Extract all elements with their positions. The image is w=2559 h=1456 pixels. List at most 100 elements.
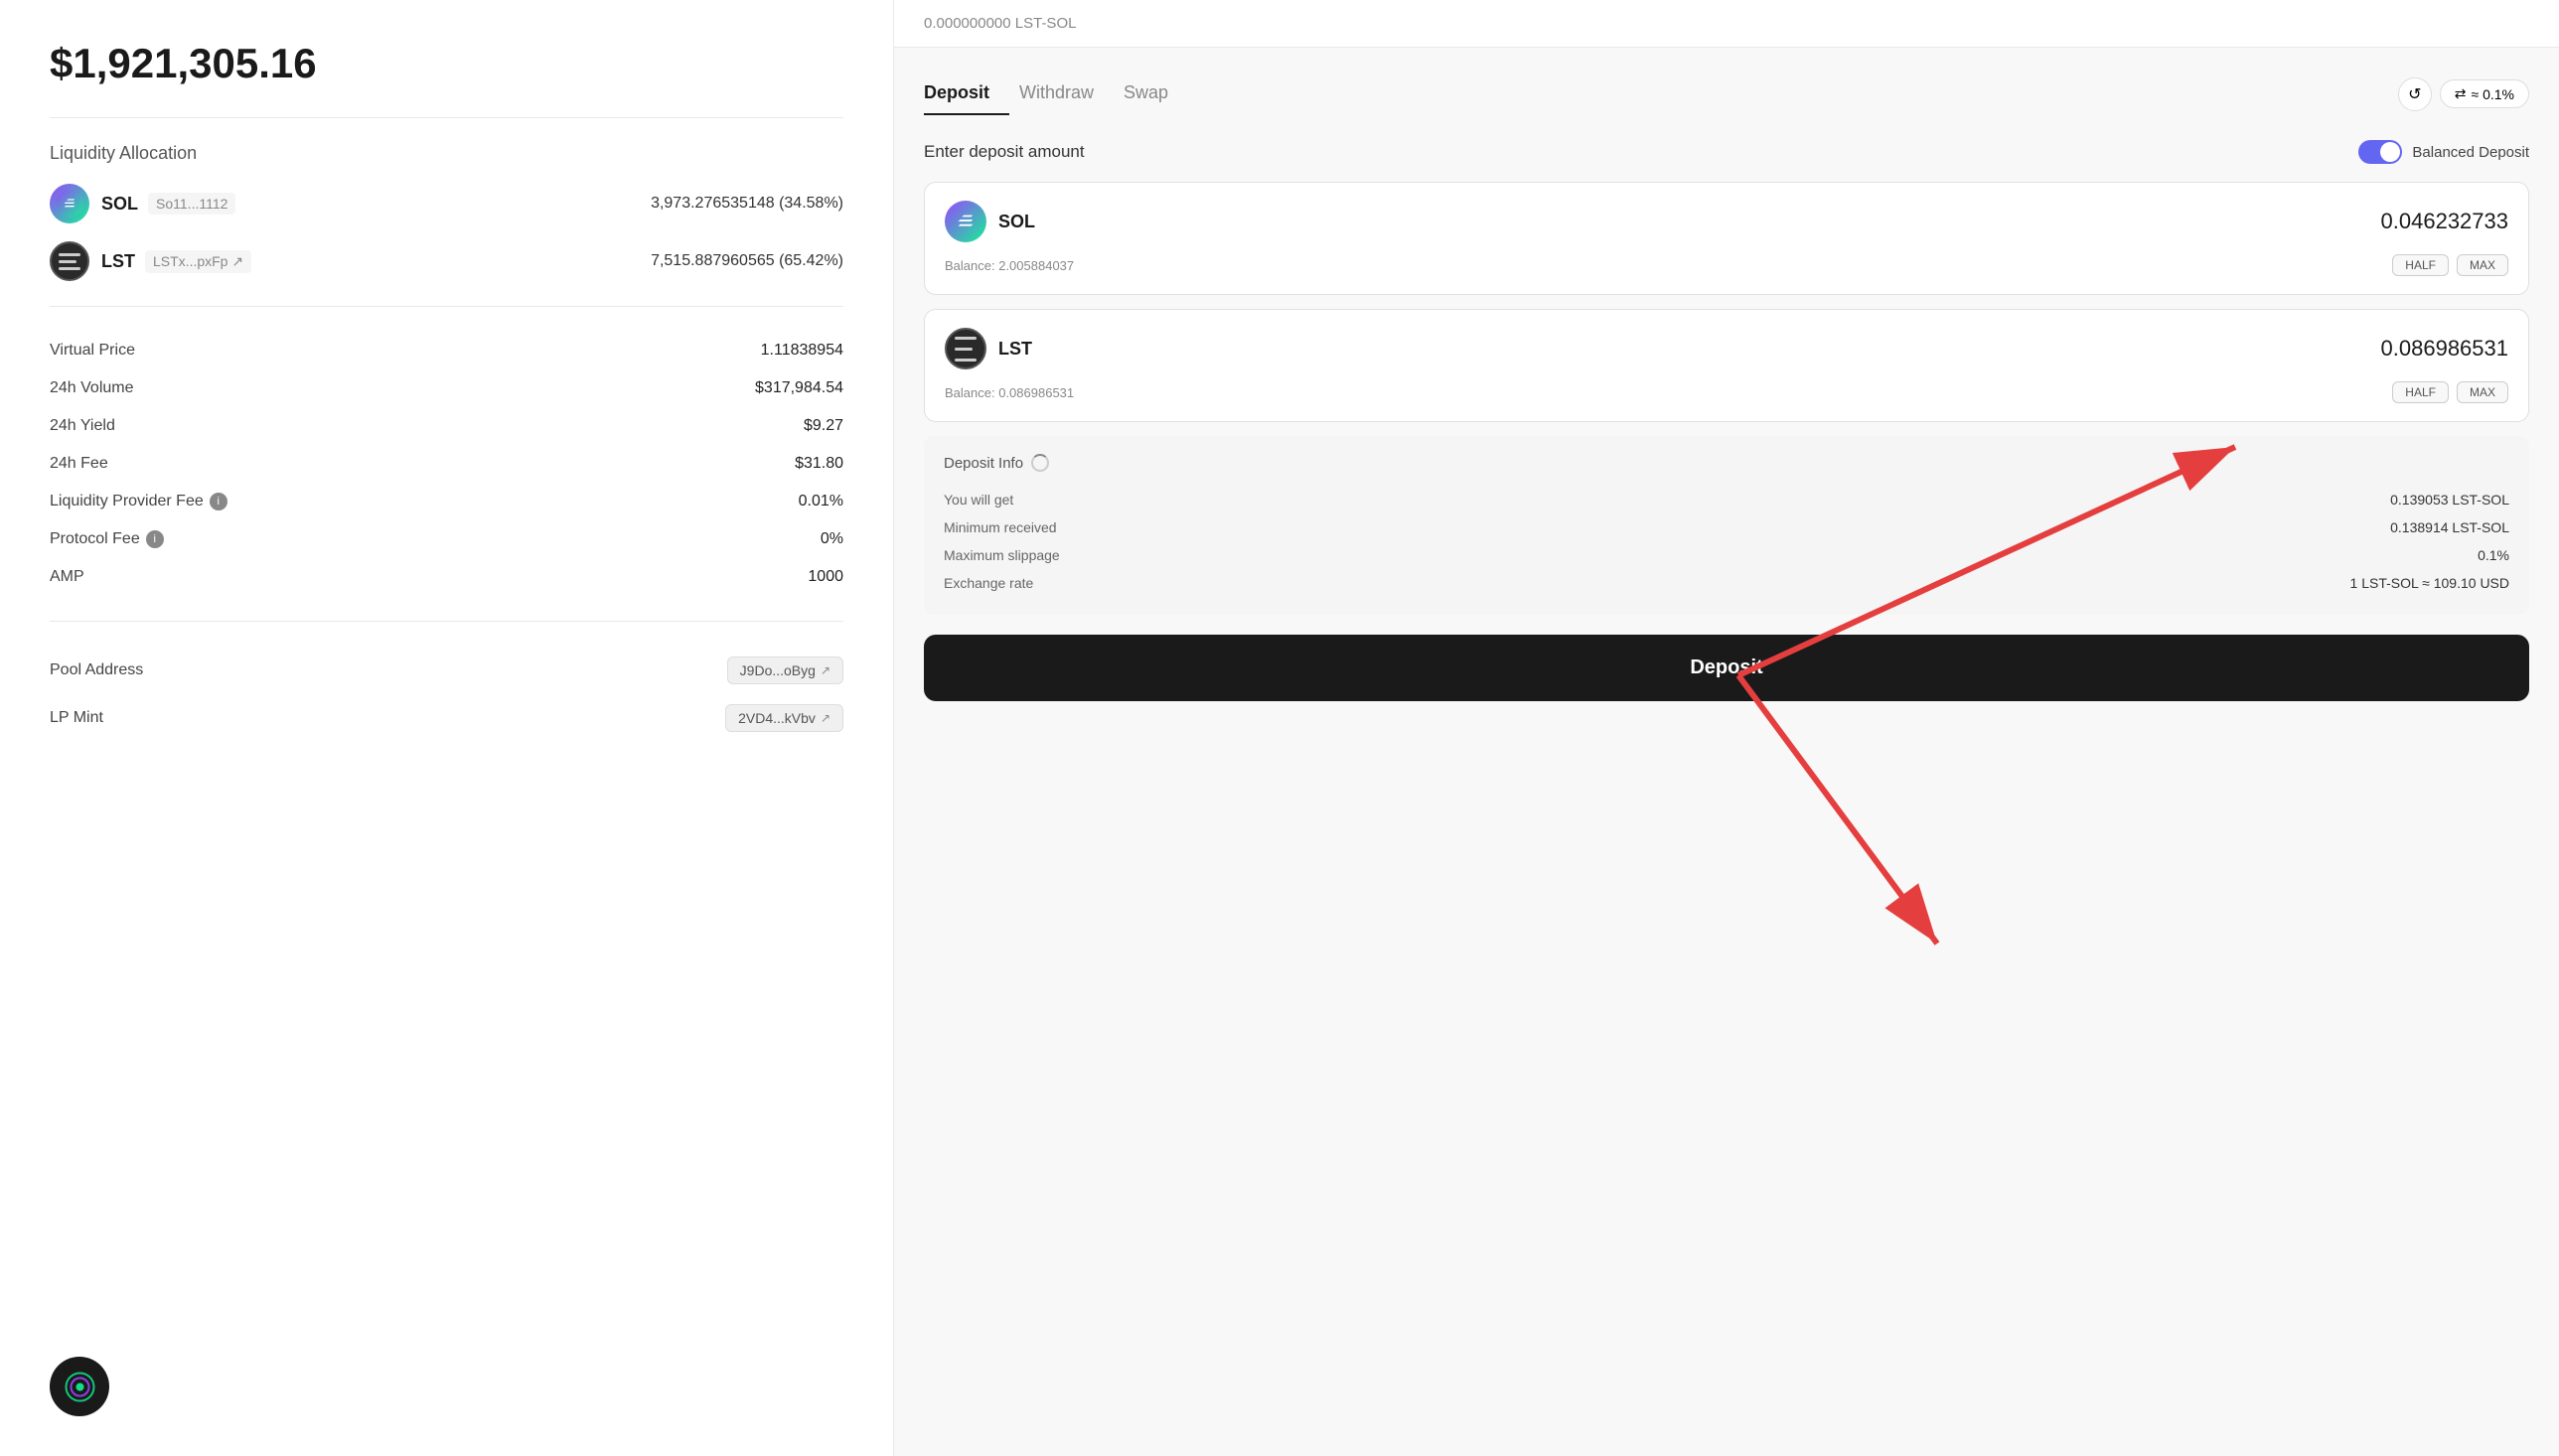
stat-virtual-price-label: Virtual Price: [50, 342, 135, 360]
left-panel: $1,921,305.16 Liquidity Allocation SOL S…: [0, 0, 894, 1456]
pool-address-external-icon: ↗: [821, 663, 830, 677]
stat-amp-value: 1000: [808, 568, 843, 586]
lst-balance-text: Balance: 0.086986531: [945, 385, 1074, 400]
lst-line-a: [955, 337, 977, 340]
refresh-button[interactable]: ↺: [2398, 77, 2432, 111]
stat-24h-yield-label: 24h Yield: [50, 417, 115, 435]
sol-half-button[interactable]: HALF: [2392, 254, 2449, 276]
sol-input-left: SOL: [945, 201, 1035, 242]
balanced-deposit-toggle[interactable]: [2358, 140, 2402, 164]
lst-line-1: [59, 253, 80, 256]
liquidity-allocation-label: Liquidity Allocation: [50, 143, 843, 164]
stat-virtual-price: Virtual Price 1.11838954: [50, 332, 843, 369]
stat-protocol-fee-value: 0%: [821, 530, 843, 548]
lst-token-address[interactable]: LSTx...pxFp ↗: [145, 250, 251, 273]
lst-input-card: LST 0.086986531 Balance: 0.086986531 HAL…: [924, 309, 2529, 422]
slippage-icon: ⇄: [2455, 85, 2467, 102]
lst-icon-inner: [55, 246, 84, 276]
lp-mint-row: LP Mint 2VD4...kVbv ↗: [50, 694, 843, 742]
sol-balance-buttons: HALF MAX: [2392, 254, 2508, 276]
right-panel: 0.000000000 LST-SOL Deposit Withdraw Swa…: [894, 0, 2559, 1456]
deposit-info-value-3: 1 LST-SOL ≈ 109.10 USD: [2350, 575, 2509, 591]
tab-withdraw[interactable]: Withdraw: [1019, 73, 1114, 115]
tab-deposit[interactable]: Deposit: [924, 73, 1009, 115]
deposit-info-value-0: 0.139053 LST-SOL: [2390, 492, 2509, 508]
sol-input-row: SOL 0.046232733: [945, 201, 2508, 242]
lst-input-amount[interactable]: 0.086986531: [2381, 336, 2508, 362]
stat-amp: AMP 1000: [50, 558, 843, 596]
lst-token-icon: [50, 241, 89, 281]
stat-protocol-fee: Protocol Fee i 0%: [50, 520, 843, 558]
lp-mint-external-icon: ↗: [821, 711, 830, 725]
sol-balance-text: Balance: 2.005884037: [945, 258, 1074, 273]
deposit-info-header: Deposit Info: [944, 454, 2509, 472]
lst-lines-icon: [59, 253, 80, 270]
top-bar-text: 0.000000000 LST-SOL: [924, 15, 1076, 32]
lst-max-button[interactable]: MAX: [2457, 381, 2508, 403]
sol-input-amount[interactable]: 0.046232733: [2381, 209, 2508, 234]
pool-address-row: Pool Address J9Do...oByg ↗: [50, 647, 843, 694]
token-row-sol: SOL So11...1112 3,973.276535148 (34.58%): [50, 184, 843, 223]
bottom-logo: [50, 1357, 109, 1416]
stat-24h-volume: 24h Volume $317,984.54: [50, 369, 843, 407]
stat-liquidity-provider-fee-label: Liquidity Provider Fee i: [50, 493, 227, 510]
page-title: $1,921,305.16: [50, 40, 843, 87]
lst-balance-buttons: HALF MAX: [2392, 381, 2508, 403]
sol-balance-row: Balance: 2.005884037 HALF MAX: [945, 254, 2508, 276]
pool-address-badge[interactable]: J9Do...oByg ↗: [727, 656, 843, 684]
deposit-info-value-2: 0.1%: [2478, 547, 2509, 563]
lp-mint-label: LP Mint: [50, 709, 103, 727]
pool-address-label: Pool Address: [50, 661, 143, 679]
right-content: Deposit Withdraw Swap ↺ ⇄ ≈ 0.1% Enter d…: [894, 48, 2559, 1456]
lst-token-amount: 7,515.887960565 (65.42%): [651, 252, 843, 270]
stat-liquidity-provider-fee-value: 0.01%: [799, 493, 843, 510]
deposit-info-label-2: Maximum slippage: [944, 547, 1060, 563]
lst-input-left: LST: [945, 328, 1032, 369]
lst-half-button[interactable]: HALF: [2392, 381, 2449, 403]
deposit-label-row: Enter deposit amount Balanced Deposit: [924, 140, 2529, 164]
balanced-deposit-toggle-container: Balanced Deposit: [2358, 140, 2529, 164]
liquidity-provider-fee-info-icon[interactable]: i: [210, 493, 227, 510]
lst-line-c: [955, 359, 977, 362]
lst-input-icon: [945, 328, 986, 369]
stat-protocol-fee-label: Protocol Fee i: [50, 530, 164, 548]
stat-24h-yield-value: $9.27: [804, 417, 843, 435]
slippage-button[interactable]: ⇄ ≈ 0.1%: [2440, 79, 2529, 108]
protocol-fee-info-icon[interactable]: i: [146, 530, 164, 548]
sol-input-name: SOL: [998, 212, 1035, 232]
stat-24h-volume-label: 24h Volume: [50, 379, 134, 397]
sol-token-amount: 3,973.276535148 (34.58%): [651, 195, 843, 213]
stat-amp-label: AMP: [50, 568, 84, 586]
sol-token-address[interactable]: So11...1112: [148, 193, 235, 215]
divider-top: [50, 117, 843, 118]
stats-section: Virtual Price 1.11838954 24h Volume $317…: [50, 332, 843, 596]
lst-token-name: LST: [101, 251, 135, 272]
sol-icon-inner: [56, 190, 83, 218]
deposit-info-section: Deposit Info You will get 0.139053 LST-S…: [924, 436, 2529, 615]
token-row-lst: LST LSTx...pxFp ↗ 7,515.887960565 (65.42…: [50, 241, 843, 281]
lst-input-lines-icon: [955, 337, 977, 362]
deposit-info-spinner: [1031, 454, 1049, 472]
enter-deposit-label: Enter deposit amount: [924, 142, 1085, 162]
top-bar: 0.000000000 LST-SOL: [894, 0, 2559, 48]
lp-mint-badge[interactable]: 2VD4...kVbv ↗: [725, 704, 843, 732]
deposit-button[interactable]: Deposit: [924, 635, 2529, 701]
lst-line-3: [59, 267, 80, 270]
deposit-info-row-1: Minimum received 0.138914 LST-SOL: [944, 513, 2509, 541]
stat-24h-fee-value: $31.80: [795, 455, 843, 473]
divider-addresses: [50, 621, 843, 622]
stat-24h-fee: 24h Fee $31.80: [50, 445, 843, 483]
lst-line-2: [59, 260, 76, 263]
sol-max-button[interactable]: MAX: [2457, 254, 2508, 276]
balanced-deposit-label: Balanced Deposit: [2412, 144, 2529, 161]
tabs-row: Deposit Withdraw Swap ↺ ⇄ ≈ 0.1%: [924, 73, 2529, 115]
toggle-knob: [2380, 142, 2400, 162]
deposit-info-label-0: You will get: [944, 492, 1013, 508]
right-panel-wrapper: 0.000000000 LST-SOL Deposit Withdraw Swa…: [894, 0, 2559, 1456]
deposit-info-value-1: 0.138914 LST-SOL: [2390, 519, 2509, 535]
sol-input-icon: [945, 201, 986, 242]
slippage-value: ≈ 0.1%: [2472, 86, 2514, 102]
deposit-info-row-0: You will get 0.139053 LST-SOL: [944, 486, 2509, 513]
tab-swap[interactable]: Swap: [1124, 73, 1188, 115]
stat-24h-yield: 24h Yield $9.27: [50, 407, 843, 445]
